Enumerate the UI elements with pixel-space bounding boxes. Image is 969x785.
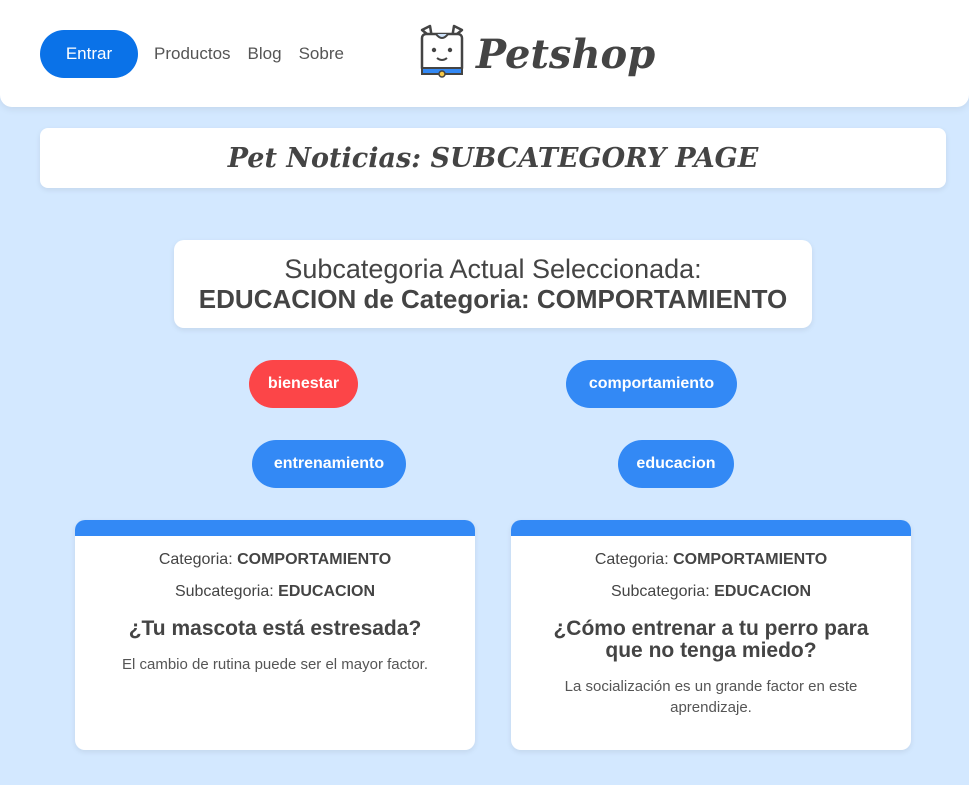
card-category: Categoria: COMPORTAMIENTO xyxy=(158,551,392,568)
nav-link-productos[interactable]: Productos xyxy=(154,44,231,64)
subcategory-button-entrenamiento[interactable]: entrenamiento xyxy=(252,440,406,488)
card-subcategory: Subcategoria: EDUCACION xyxy=(610,583,812,600)
nav-link-sobre[interactable]: Sobre xyxy=(299,44,344,64)
card-title[interactable]: ¿Tu mascota está estresada? xyxy=(105,618,445,640)
card-subcategory: Subcategoria: EDUCACION xyxy=(174,583,376,600)
card-description: La socialización es un grande factor en … xyxy=(564,678,858,716)
current-subcategory-box: Subcategoria Actual Seleccionada: EDUCAC… xyxy=(174,240,812,328)
card-category: Categoria: COMPORTAMIENTO xyxy=(594,551,828,568)
subcategory-button-educacion[interactable]: educacion xyxy=(618,440,734,488)
card-description: El cambio de rutina puede ser el mayor f… xyxy=(122,656,428,673)
dog-logo-icon xyxy=(416,24,468,85)
subcategory-button-bienestar[interactable]: bienestar xyxy=(249,360,358,408)
nav-link-blog[interactable]: Blog xyxy=(248,44,282,64)
navbar: Entrar Productos Blog Sobre Petshop xyxy=(0,0,969,107)
login-button[interactable]: Entrar xyxy=(40,30,138,78)
page-title: Pet Noticias: SUBCATEGORY PAGE xyxy=(227,142,759,174)
nav-links: Productos Blog Sobre xyxy=(154,44,344,64)
card-header-stripe xyxy=(511,520,911,536)
brand-name: Petshop xyxy=(476,31,656,78)
card-title[interactable]: ¿Cómo entrenar a tu perro para que no te… xyxy=(541,618,881,662)
subcategory-button-comportamiento[interactable]: comportamiento xyxy=(566,360,737,408)
card-header-stripe xyxy=(75,520,475,536)
current-subcategory-label: Subcategoria Actual Seleccionada: xyxy=(284,254,702,284)
news-card[interactable]: Categoria: COMPORTAMIENTO Subcategoria: … xyxy=(75,520,475,750)
page-title-box: Pet Noticias: SUBCATEGORY PAGE xyxy=(40,128,946,188)
current-subcategory-value: EDUCACION de Categoria: COMPORTAMIENTO xyxy=(198,284,788,314)
news-card[interactable]: Categoria: COMPORTAMIENTO Subcategoria: … xyxy=(511,520,911,750)
brand-logo[interactable]: Petshop xyxy=(416,24,655,85)
